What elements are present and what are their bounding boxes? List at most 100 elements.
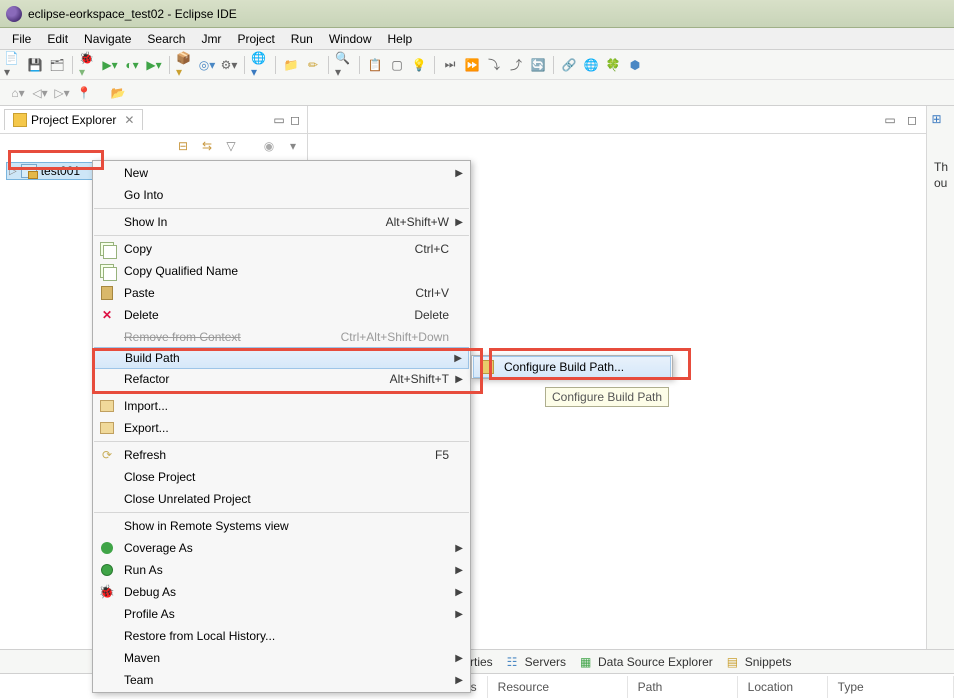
plant-icon[interactable]: 🍀 <box>604 56 622 74</box>
ctx-new[interactable]: New▶ <box>94 162 469 184</box>
close-icon[interactable]: ✕ <box>124 113 134 127</box>
ctx-export[interactable]: Export... <box>94 417 469 439</box>
coverage-icon <box>101 542 113 554</box>
bug-icon: 🐞 <box>99 584 115 600</box>
tab-partial[interactable]: rties <box>470 655 493 669</box>
delete-icon: ✕ <box>102 308 112 322</box>
annotation-highlight <box>8 150 104 170</box>
project-explorer-tab[interactable]: Project Explorer ✕ <box>4 109 143 130</box>
globe-icon[interactable]: 🌐▾ <box>251 56 269 74</box>
outline-icon[interactable]: ⊞ <box>932 112 950 130</box>
run-icon[interactable]: ▶▾ <box>101 56 119 74</box>
menu-run[interactable]: Run <box>283 30 321 48</box>
wand-icon[interactable]: ✏ <box>304 56 322 74</box>
search-icon[interactable]: 🔍▾ <box>335 56 353 74</box>
home-icon[interactable]: ⌂▾ <box>10 85 26 101</box>
menu-help[interactable]: Help <box>380 30 421 48</box>
tab-dse[interactable]: ▦Data Source Explorer <box>580 655 713 669</box>
servers-icon: ☷ <box>507 655 521 669</box>
col-resource[interactable]: Resource <box>488 676 628 698</box>
box-icon[interactable]: ▢ <box>388 56 406 74</box>
ctx-go-into[interactable]: Go Into <box>94 184 469 206</box>
main-toolbar: 📄▾ 💾 🗂 🐞▾ ▶▾ ◐▾ ▶▾ 📦▾ ◎▾ ⚙▾ 🌐▾ 📁 ✏ 🔍▾ 📋 … <box>0 50 954 80</box>
annotation-highlight <box>92 348 483 394</box>
ctx-profile-as[interactable]: Profile As▶ <box>94 603 469 625</box>
openres-icon[interactable]: 📂 <box>110 85 126 101</box>
minimize-icon[interactable]: ▭ <box>271 113 287 127</box>
ctx-remove-context: Remove from ContextCtrl+Alt+Shift+Down <box>94 326 469 348</box>
menu-file[interactable]: File <box>4 30 39 48</box>
ctx-refresh[interactable]: ⟳RefreshF5 <box>94 444 469 466</box>
back-icon[interactable]: ◁▾ <box>32 85 48 101</box>
ctx-import[interactable]: Import... <box>94 395 469 417</box>
save-icon[interactable]: 💾 <box>26 56 44 74</box>
step-icon[interactable]: ⏭ <box>441 56 459 74</box>
ctx-paste[interactable]: PasteCtrl+V <box>94 282 469 304</box>
separator-icon <box>72 56 73 74</box>
ctx-restore-history[interactable]: Restore from Local History... <box>94 625 469 647</box>
nav-toolbar: ⌂▾ ◁▾ ▷▾ 📍 📂 <box>0 80 954 106</box>
menu-jmr[interactable]: Jmr <box>193 30 229 48</box>
col-path[interactable]: Path <box>628 676 738 698</box>
col-type[interactable]: Type <box>828 676 954 698</box>
menu-project[interactable]: Project <box>229 30 282 48</box>
stepout-icon[interactable]: ⤴ <box>507 56 525 74</box>
ctx-run-as[interactable]: Run As▶ <box>94 559 469 581</box>
menu-edit[interactable]: Edit <box>39 30 76 48</box>
menu-navigate[interactable]: Navigate <box>76 30 139 48</box>
link-icon[interactable]: 🔗 <box>560 56 578 74</box>
debug-icon[interactable]: 🐞▾ <box>79 56 97 74</box>
menu-icon[interactable]: ▾ <box>285 138 301 154</box>
ctx-copy[interactable]: CopyCtrl+C <box>94 238 469 260</box>
ctx-debug-as[interactable]: 🐞Debug As▶ <box>94 581 469 603</box>
separator-icon <box>359 56 360 74</box>
stepover-icon[interactable]: ⏩ <box>463 56 481 74</box>
ctx-maven[interactable]: Maven▶ <box>94 647 469 669</box>
newpkg-icon[interactable]: 📦▾ <box>176 56 194 74</box>
collapse-icon[interactable]: ⊟ <box>175 138 191 154</box>
run-icon <box>101 564 113 576</box>
copy-icon <box>100 242 114 256</box>
stepin-icon[interactable]: ⤵ <box>485 56 503 74</box>
separator-icon <box>244 56 245 74</box>
new-icon[interactable]: 📄▾ <box>4 56 22 74</box>
forward-icon[interactable]: ▷▾ <box>54 85 70 101</box>
linkeditor-icon[interactable]: ⇆ <box>199 138 215 154</box>
ctx-remote-systems[interactable]: Show in Remote Systems view <box>94 515 469 537</box>
newconn-icon[interactable]: ⚙▾ <box>220 56 238 74</box>
conn-icon[interactable]: 🌐 <box>582 56 600 74</box>
task-icon[interactable]: 📋 <box>366 56 384 74</box>
menu-search[interactable]: Search <box>139 30 193 48</box>
focus-icon[interactable]: ◉ <box>261 138 277 154</box>
sync-icon[interactable]: 🔄 <box>529 56 547 74</box>
ctx-close-unrelated[interactable]: Close Unrelated Project <box>94 488 469 510</box>
minimize-icon[interactable]: ▭ <box>882 113 898 127</box>
maximize-icon[interactable]: ◻ <box>904 113 920 127</box>
tab-servers[interactable]: ☷Servers <box>507 655 566 669</box>
separator-icon <box>328 56 329 74</box>
separator-icon <box>553 56 554 74</box>
light-icon[interactable]: 💡 <box>410 56 428 74</box>
refresh-icon: ⟳ <box>102 448 112 462</box>
menu-window[interactable]: Window <box>321 30 380 48</box>
maximize-icon[interactable]: ◻ <box>287 113 303 127</box>
filter-icon[interactable]: ▽ <box>223 138 239 154</box>
menu-bar: File Edit Navigate Search Jmr Project Ru… <box>0 28 954 50</box>
tab-snippets[interactable]: ▤Snippets <box>727 655 792 669</box>
newclass-icon[interactable]: ◎▾ <box>198 56 216 74</box>
ctx-show-in[interactable]: Show InAlt+Shift+W▶ <box>94 211 469 233</box>
hex-icon[interactable]: ⬢ <box>626 56 644 74</box>
view-tabs: Project Explorer ✕ ▭ ◻ <box>0 106 307 134</box>
ctx-delete[interactable]: ✕DeleteDelete <box>94 304 469 326</box>
coverage-icon[interactable]: ◐▾ <box>123 56 141 74</box>
ctx-team[interactable]: Team▶ <box>94 669 469 691</box>
ctx-coverage-as[interactable]: Coverage As▶ <box>94 537 469 559</box>
pin-icon[interactable]: 📍 <box>76 85 92 101</box>
saveall-icon[interactable]: 🗂 <box>48 56 66 74</box>
folder-icon[interactable]: 📁 <box>282 56 300 74</box>
runlast-icon[interactable]: ▶▾ <box>145 56 163 74</box>
col-location[interactable]: Location <box>738 676 828 698</box>
ctx-copy-qualified[interactable]: Copy Qualified Name <box>94 260 469 282</box>
ctx-close-project[interactable]: Close Project <box>94 466 469 488</box>
separator-icon <box>434 56 435 74</box>
